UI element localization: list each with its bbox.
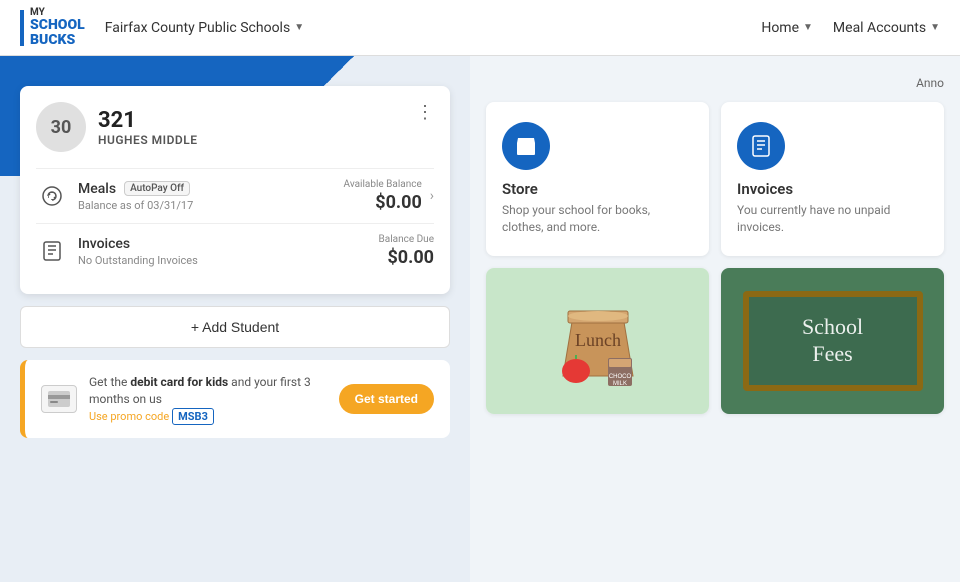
right-panel: Anno Store Shop your school for books, c… (470, 56, 960, 582)
logo-bar (20, 10, 24, 46)
header-nav: Home ▼ Meal Accounts ▼ (761, 20, 940, 36)
invoices-feature-card[interactable]: Invoices You currently have no unpaid in… (721, 102, 944, 256)
chalk-text: SchoolFees (802, 314, 863, 367)
meals-icon (36, 180, 68, 212)
invoices-content: Invoices No Outstanding Invoices (78, 236, 379, 267)
header: MY SCHOOL BUCKS Fairfax County Public Sc… (0, 0, 960, 56)
promo-text: Get the debit card for kids and your fir… (89, 374, 327, 424)
meals-subtitle: Balance as of 03/31/17 (78, 199, 344, 212)
meals-row: Meals AutoPay Off Balance as of 03/31/17… (36, 168, 434, 223)
meal-payments-visual: Lunch CHOCO MILK (486, 268, 709, 414)
student-card: 30 321 HUGHES MIDDLE ⋮ (20, 86, 450, 294)
student-school: HUGHES MIDDLE (98, 133, 416, 147)
logo-bucks: BUCKS (30, 33, 85, 48)
card-menu-button[interactable]: ⋮ (416, 102, 434, 123)
home-chevron: ▼ (803, 22, 813, 33)
student-info: 321 HUGHES MIDDLE (98, 108, 416, 147)
invoices-icon (36, 235, 68, 267)
chalkboard: SchoolFees (743, 291, 923, 391)
store-desc: Shop your school for books, clothes, and… (502, 202, 693, 236)
promo-card: Get the debit card for kids and your fir… (20, 360, 450, 438)
nav-home[interactable]: Home ▼ (761, 20, 813, 36)
student-card-header: 30 321 HUGHES MIDDLE ⋮ (36, 102, 434, 152)
invoices-feature-desc: You currently have no unpaid invoices. (737, 202, 928, 236)
logo: MY SCHOOL BUCKS (20, 7, 85, 49)
store-icon (502, 122, 550, 170)
meals-balance: Available Balance $0.00 (344, 179, 422, 213)
logo-my: MY (30, 7, 85, 18)
invoices-balance: Balance Due $0.00 (379, 234, 434, 268)
student-avatar: 30 (36, 102, 86, 152)
svg-text:CHOCO: CHOCO (608, 374, 631, 380)
school-name: Fairfax County Public Schools (105, 20, 290, 36)
school-store-visual: SchoolFees (721, 268, 944, 414)
promo-card-icon (41, 385, 77, 413)
svg-text:MILK: MILK (612, 381, 626, 387)
school-store-card[interactable]: SchoolFees School Store Payments (721, 268, 944, 414)
logo-text: MY SCHOOL BUCKS (30, 7, 85, 49)
meals-content: Meals AutoPay Off Balance as of 03/31/17 (78, 181, 344, 212)
invoices-subtitle: No Outstanding Invoices (78, 254, 379, 267)
meal-payments-card[interactable]: Lunch CHOCO MILK Meal Payments (486, 268, 709, 414)
invoices-feature-title: Invoices (737, 180, 928, 198)
available-balance-label: Available Balance (344, 179, 422, 190)
get-started-button[interactable]: Get started (339, 384, 434, 414)
invoices-balance-amount: $0.00 (379, 247, 434, 268)
store-title: Store (502, 180, 693, 198)
invoices-row: Invoices No Outstanding Invoices Balance… (36, 223, 434, 278)
promo-code: MSB3 (172, 408, 214, 425)
feature-cards-grid: Store Shop your school for books, clothe… (486, 102, 944, 256)
meals-arrow[interactable]: › (430, 188, 434, 204)
payment-cards-grid: Lunch CHOCO MILK Meal Payments (486, 268, 944, 414)
student-id: 321 (98, 108, 416, 133)
invoices-feature-icon (737, 122, 785, 170)
anno-bar: Anno (486, 76, 944, 90)
school-selector-chevron: ▼ (294, 22, 304, 33)
school-selector[interactable]: Fairfax County Public Schools ▼ (105, 20, 304, 36)
invoices-title: Invoices (78, 236, 379, 252)
store-card[interactable]: Store Shop your school for books, clothe… (486, 102, 709, 256)
meal-accounts-chevron: ▼ (930, 22, 940, 33)
meals-balance-amount: $0.00 (344, 192, 422, 213)
balance-due-label: Balance Due (379, 234, 434, 245)
logo-school: SCHOOL (30, 18, 85, 33)
autopay-badge: AutoPay Off (124, 181, 190, 196)
add-student-button[interactable]: + Add Student (20, 306, 450, 348)
meals-title: Meals AutoPay Off (78, 181, 344, 197)
main-content: 30 321 HUGHES MIDDLE ⋮ (0, 56, 960, 582)
svg-text:Lunch: Lunch (575, 330, 621, 350)
nav-meal-accounts[interactable]: Meal Accounts ▼ (833, 20, 940, 36)
sidebar: 30 321 HUGHES MIDDLE ⋮ (0, 56, 470, 582)
